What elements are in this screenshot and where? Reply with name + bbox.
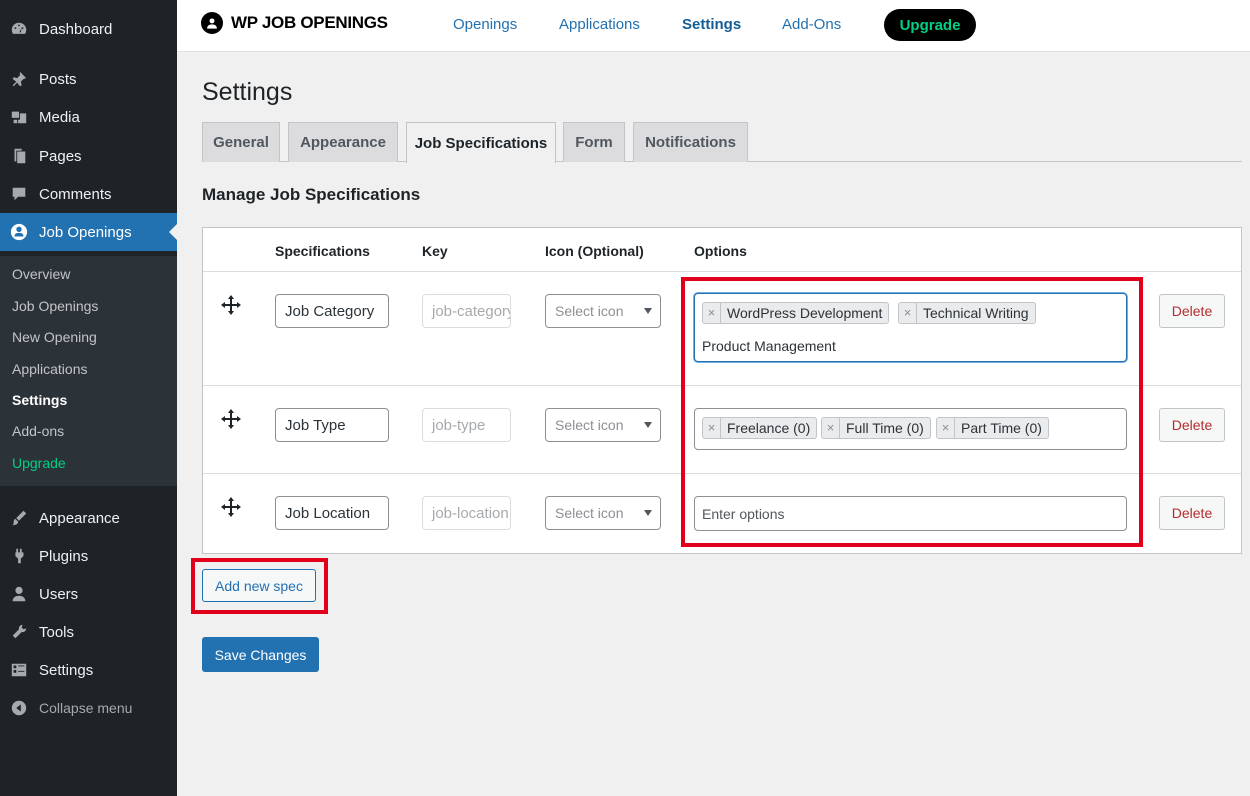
- icon-select-value: Select icon: [555, 417, 624, 433]
- icon-select[interactable]: Select icon: [545, 294, 661, 328]
- menu-label-appearance: Appearance: [39, 509, 120, 527]
- topnav-settings[interactable]: Settings: [682, 16, 741, 33]
- upgrade-button[interactable]: Upgrade: [884, 9, 976, 41]
- header-key: Key: [422, 243, 448, 259]
- menu-item-posts[interactable]: Posts: [0, 60, 177, 98]
- topnav-applications[interactable]: Applications: [559, 16, 640, 33]
- section-title: Manage Job Specifications: [202, 185, 421, 204]
- menu-item-job-openings[interactable]: Job Openings: [0, 213, 177, 251]
- paintbrush-icon: [9, 508, 29, 528]
- menu-label-plugins: Plugins: [39, 547, 89, 565]
- logo-text: WP JOB OPENINGS: [231, 13, 388, 32]
- drag-handle-icon[interactable]: [220, 496, 242, 518]
- wrench-icon: [9, 622, 29, 642]
- chevron-down-icon: [644, 422, 652, 428]
- submenu-settings[interactable]: Settings: [12, 392, 67, 408]
- icon-select-value: Select icon: [555, 303, 624, 319]
- plugin-icon: [9, 546, 29, 566]
- job-openings-icon: [9, 222, 29, 242]
- collapse-menu-button[interactable]: Collapse menu: [0, 689, 177, 727]
- collapse-arrow-icon: [9, 698, 29, 718]
- menu-label-posts: Posts: [39, 70, 77, 88]
- menu-item-pages[interactable]: Pages: [0, 137, 177, 175]
- topnav-openings[interactable]: Openings: [453, 16, 517, 33]
- menu-label-tools: Tools: [39, 623, 75, 641]
- tab-notifications[interactable]: Notifications: [633, 122, 748, 162]
- topnav-add-ons[interactable]: Add-Ons: [782, 16, 841, 33]
- menu-label-job-openings: Job Openings: [39, 223, 132, 241]
- menu-item-users[interactable]: Users: [0, 575, 177, 613]
- row-divider: [203, 271, 1241, 272]
- submenu-job-openings[interactable]: Job Openings: [12, 298, 98, 314]
- menu-item-media[interactable]: Media: [0, 98, 177, 136]
- menu-item-tools[interactable]: Tools: [0, 613, 177, 651]
- submenu-upgrade[interactable]: Upgrade: [12, 455, 66, 471]
- spec-name-input[interactable]: Job Type: [275, 408, 389, 442]
- header-options: Options: [694, 243, 747, 259]
- drag-handle-icon[interactable]: [220, 294, 242, 316]
- tab-job-specifications[interactable]: Job Specifications: [406, 122, 556, 163]
- header-specifications: Specifications: [275, 243, 370, 259]
- tab-appearance[interactable]: Appearance: [288, 122, 398, 162]
- icon-select[interactable]: Select icon: [545, 496, 661, 530]
- menu-label-users: Users: [39, 585, 79, 603]
- delete-button[interactable]: Delete: [1159, 294, 1225, 328]
- settings-tabs: General Appearance Job Specifications Fo…: [202, 122, 1242, 163]
- delete-button[interactable]: Delete: [1159, 496, 1225, 530]
- drag-handle-icon[interactable]: [220, 408, 242, 430]
- add-new-spec-button[interactable]: Add new spec: [202, 569, 316, 602]
- menu-item-plugins[interactable]: Plugins: [0, 537, 177, 575]
- plugin-topbar: WP JOB OPENINGS Openings Applications Se…: [177, 0, 1250, 52]
- spec-key-input[interactable]: job-category: [422, 294, 511, 328]
- submenu-overview[interactable]: Overview: [12, 266, 70, 282]
- spec-key-input[interactable]: job-type: [422, 408, 511, 442]
- tab-general[interactable]: General: [202, 122, 280, 162]
- chevron-down-icon: [644, 308, 652, 314]
- menu-label-dashboard: Dashboard: [39, 20, 113, 38]
- menu-item-settings[interactable]: Settings: [0, 651, 177, 689]
- media-icon: [9, 107, 29, 127]
- spec-key-input[interactable]: job-location: [422, 496, 511, 530]
- menu-label-settings: Settings: [39, 661, 94, 679]
- delete-button[interactable]: Delete: [1159, 408, 1225, 442]
- menu-item-comments[interactable]: Comments: [0, 175, 177, 213]
- pin-icon: [9, 69, 29, 89]
- icon-select[interactable]: Select icon: [545, 408, 661, 442]
- pages-icon: [9, 146, 29, 166]
- header-icon: Icon (Optional): [545, 243, 644, 259]
- menu-item-dashboard[interactable]: Dashboard: [0, 10, 177, 48]
- menu-label-media: Media: [39, 108, 80, 126]
- comment-icon: [9, 184, 29, 204]
- menu-label-comments: Comments: [39, 185, 112, 203]
- collapse-menu-label: Collapse menu: [39, 700, 133, 716]
- menu-item-appearance[interactable]: Appearance: [0, 499, 177, 537]
- tab-form[interactable]: Form: [563, 122, 625, 162]
- icon-select-value: Select icon: [555, 505, 624, 521]
- menu-label-pages: Pages: [39, 147, 82, 165]
- options-highlight-box: [681, 277, 1143, 547]
- chevron-down-icon: [644, 510, 652, 516]
- submenu-add-ons[interactable]: Add-ons: [12, 423, 64, 439]
- submenu-applications[interactable]: Applications: [12, 361, 88, 377]
- settings-icon: [9, 660, 29, 680]
- page-title: Settings: [202, 78, 293, 106]
- wp-job-openings-logo: WP JOB OPENINGS: [201, 12, 388, 34]
- submenu-new-opening[interactable]: New Opening: [12, 329, 97, 345]
- logo-mark-icon: [201, 12, 223, 34]
- job-openings-submenu: Overview Job Openings New Opening Applic…: [0, 256, 177, 486]
- dashboard-icon: [9, 19, 29, 39]
- spec-name-input[interactable]: Job Location: [275, 496, 389, 530]
- user-icon: [9, 584, 29, 604]
- spec-name-input[interactable]: Job Category: [275, 294, 389, 328]
- admin-sidebar: Dashboard Posts Media Pages Comments Job…: [0, 0, 177, 796]
- save-changes-button[interactable]: Save Changes: [202, 637, 319, 672]
